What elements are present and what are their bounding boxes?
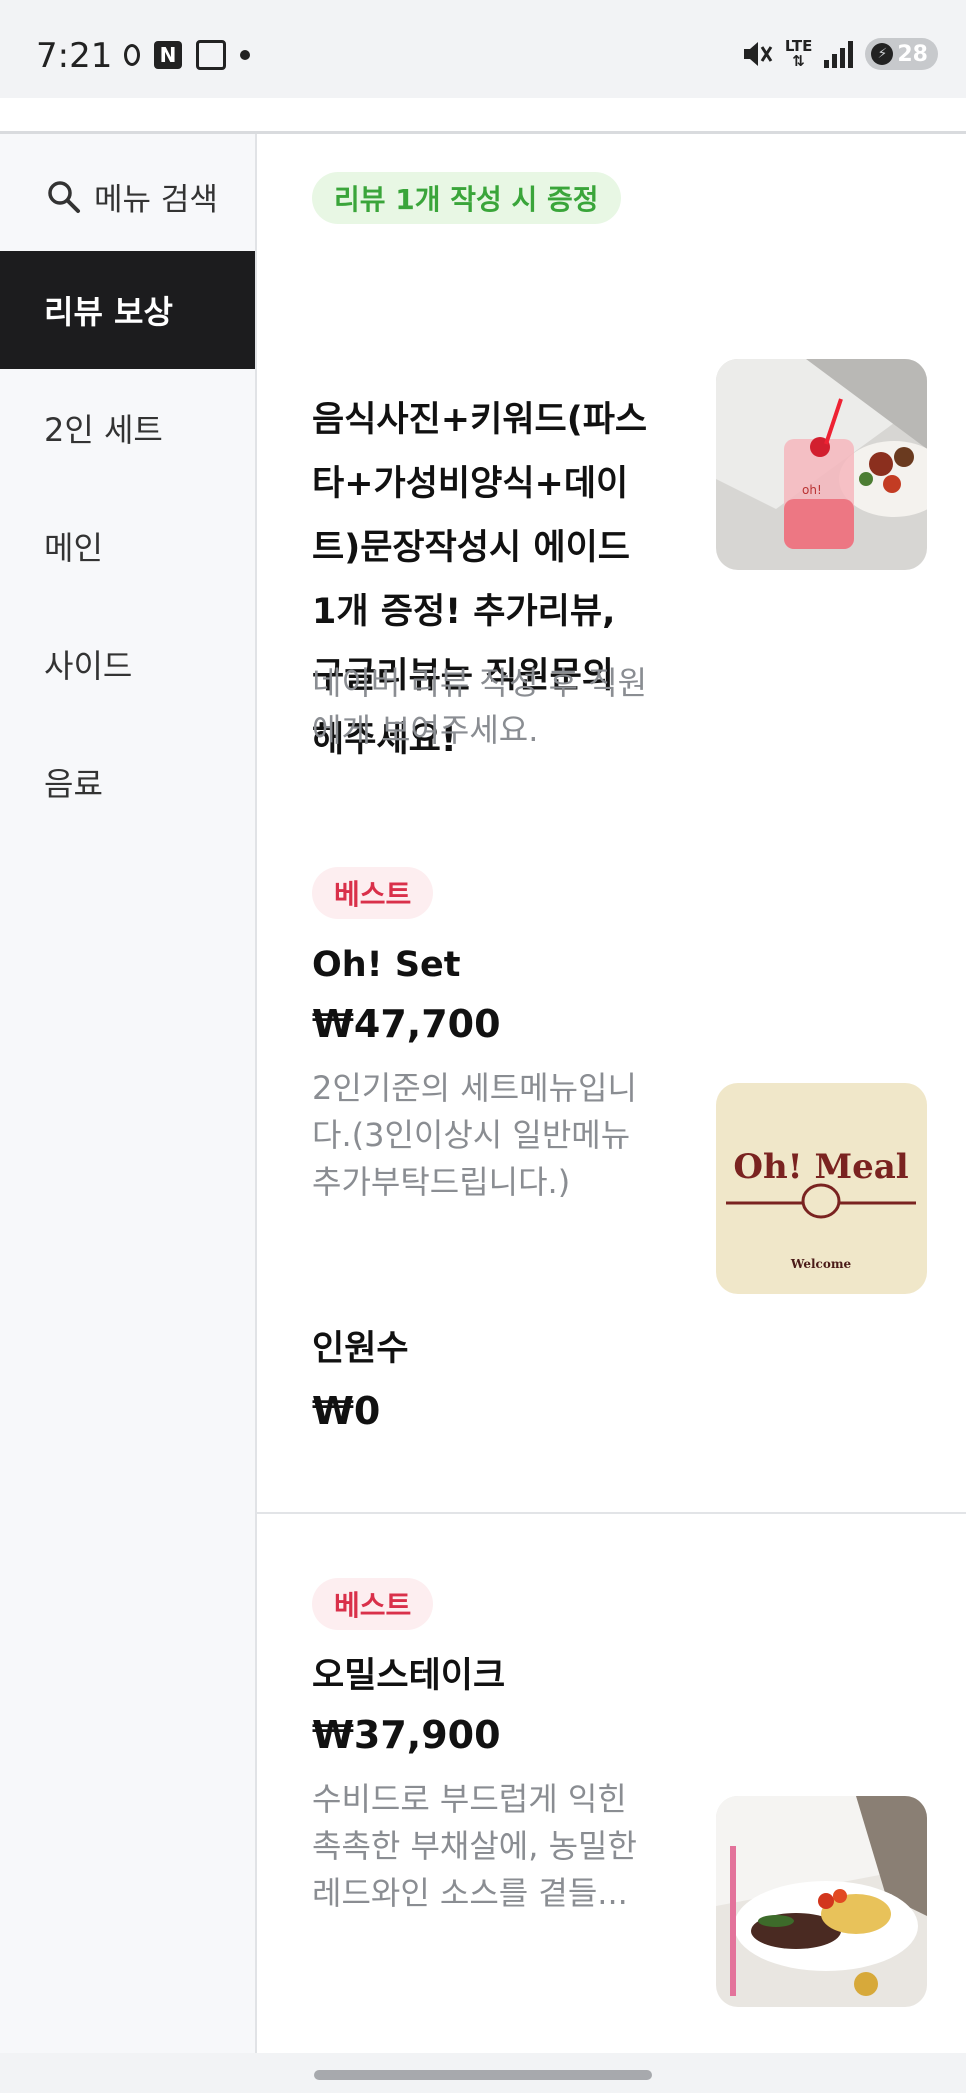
- svg-text:Welcome: Welcome: [790, 1257, 852, 1271]
- lte-icon: LTE ⇅: [785, 39, 813, 69]
- more-notifications-dot-icon: [240, 50, 250, 60]
- menu-item-description: 2인기준의 세트메뉴입니다.(3인이상시 일반메뉴 추가부탁드립니다.): [312, 1069, 637, 1201]
- menu-item-title: 인원수: [312, 1329, 409, 1369]
- category-main[interactable]: 메인: [0, 487, 255, 605]
- svg-text:oh!: oh!: [802, 483, 822, 497]
- section-divider: [257, 1512, 966, 1514]
- menu-search-button[interactable]: 메뉴 검색: [46, 174, 218, 219]
- reward-badge: 리뷰 1개 작성 시 증정: [312, 172, 621, 224]
- menu-list: 리뷰 1개 작성 시 증정 음식사진+키워드(파스타+가성비양식+데이트)문장작…: [257, 134, 966, 2053]
- category-sidebar: 메뉴 검색 리뷰 보상 2인 세트 메인 사이드 음료: [0, 134, 257, 2053]
- battery-saver-icon: ⚡: [871, 43, 894, 65]
- naver-icon: N: [154, 41, 182, 69]
- mute-icon: [743, 42, 773, 66]
- timer-icon: [124, 44, 140, 66]
- ade-drink-photo: oh!: [716, 359, 927, 570]
- category-two-person-set[interactable]: 2인 세트: [0, 369, 255, 487]
- menu-item-price: ₩37,900: [312, 1713, 501, 1757]
- menu-item-description: 수비드로 부드럽게 익힌 촉촉한 부채살에, 농밀한 레드와인 소스를 곁들..…: [312, 1780, 637, 1912]
- menu-item-omil-steak[interactable]: 베스트 오밀스테이크 ₩37,900 수비드로 부드럽게 익힌 촉촉한 부채살에…: [257, 1578, 966, 2053]
- category-drinks[interactable]: 음료: [0, 723, 255, 841]
- menu-item-title: Oh! Set: [312, 945, 461, 985]
- svg-text:Oh! Meal: Oh! Meal: [733, 1147, 908, 1187]
- menu-item-review-reward[interactable]: 리뷰 1개 작성 시 증정 음식사진+키워드(파스타+가성비양식+데이트)문장작…: [257, 134, 966, 894]
- menu-item-description: 네이버 리뷰 작성 후 직원에게 보여주세요.: [312, 664, 648, 749]
- best-badge: 베스트: [312, 867, 434, 919]
- steak-dish-photo: [716, 1796, 927, 2007]
- category-review-reward[interactable]: 리뷰 보상: [0, 251, 255, 369]
- menu-item-price: ₩47,700: [312, 1002, 501, 1046]
- category-side[interactable]: 사이드: [0, 605, 255, 723]
- best-badge: 베스트: [312, 1578, 434, 1630]
- status-system-icons: LTE ⇅ ⚡ 28: [741, 38, 938, 70]
- nfc-icon: [196, 40, 226, 70]
- status-bar: 7:21 N LTE ⇅ ⚡ 28: [0, 0, 966, 98]
- signal-icon: [824, 40, 854, 68]
- data-arrows-icon: ⇅: [792, 52, 805, 70]
- battery-level: 28: [897, 41, 928, 67]
- menu-item-title: 오밀스테이크: [312, 1656, 506, 1696]
- search-icon: [48, 180, 80, 213]
- menu-item-price: ₩0: [312, 1389, 381, 1433]
- gesture-bar: [0, 2053, 966, 2093]
- oh-meal-logo-image: Oh! Meal Welcome: [716, 1083, 927, 1294]
- battery-indicator: ⚡ 28: [865, 38, 938, 70]
- search-label: 메뉴 검색: [94, 182, 218, 218]
- status-time: 7:21: [36, 36, 113, 76]
- status-notification-icons: N: [124, 40, 250, 70]
- home-gesture-handle[interactable]: [314, 2070, 652, 2080]
